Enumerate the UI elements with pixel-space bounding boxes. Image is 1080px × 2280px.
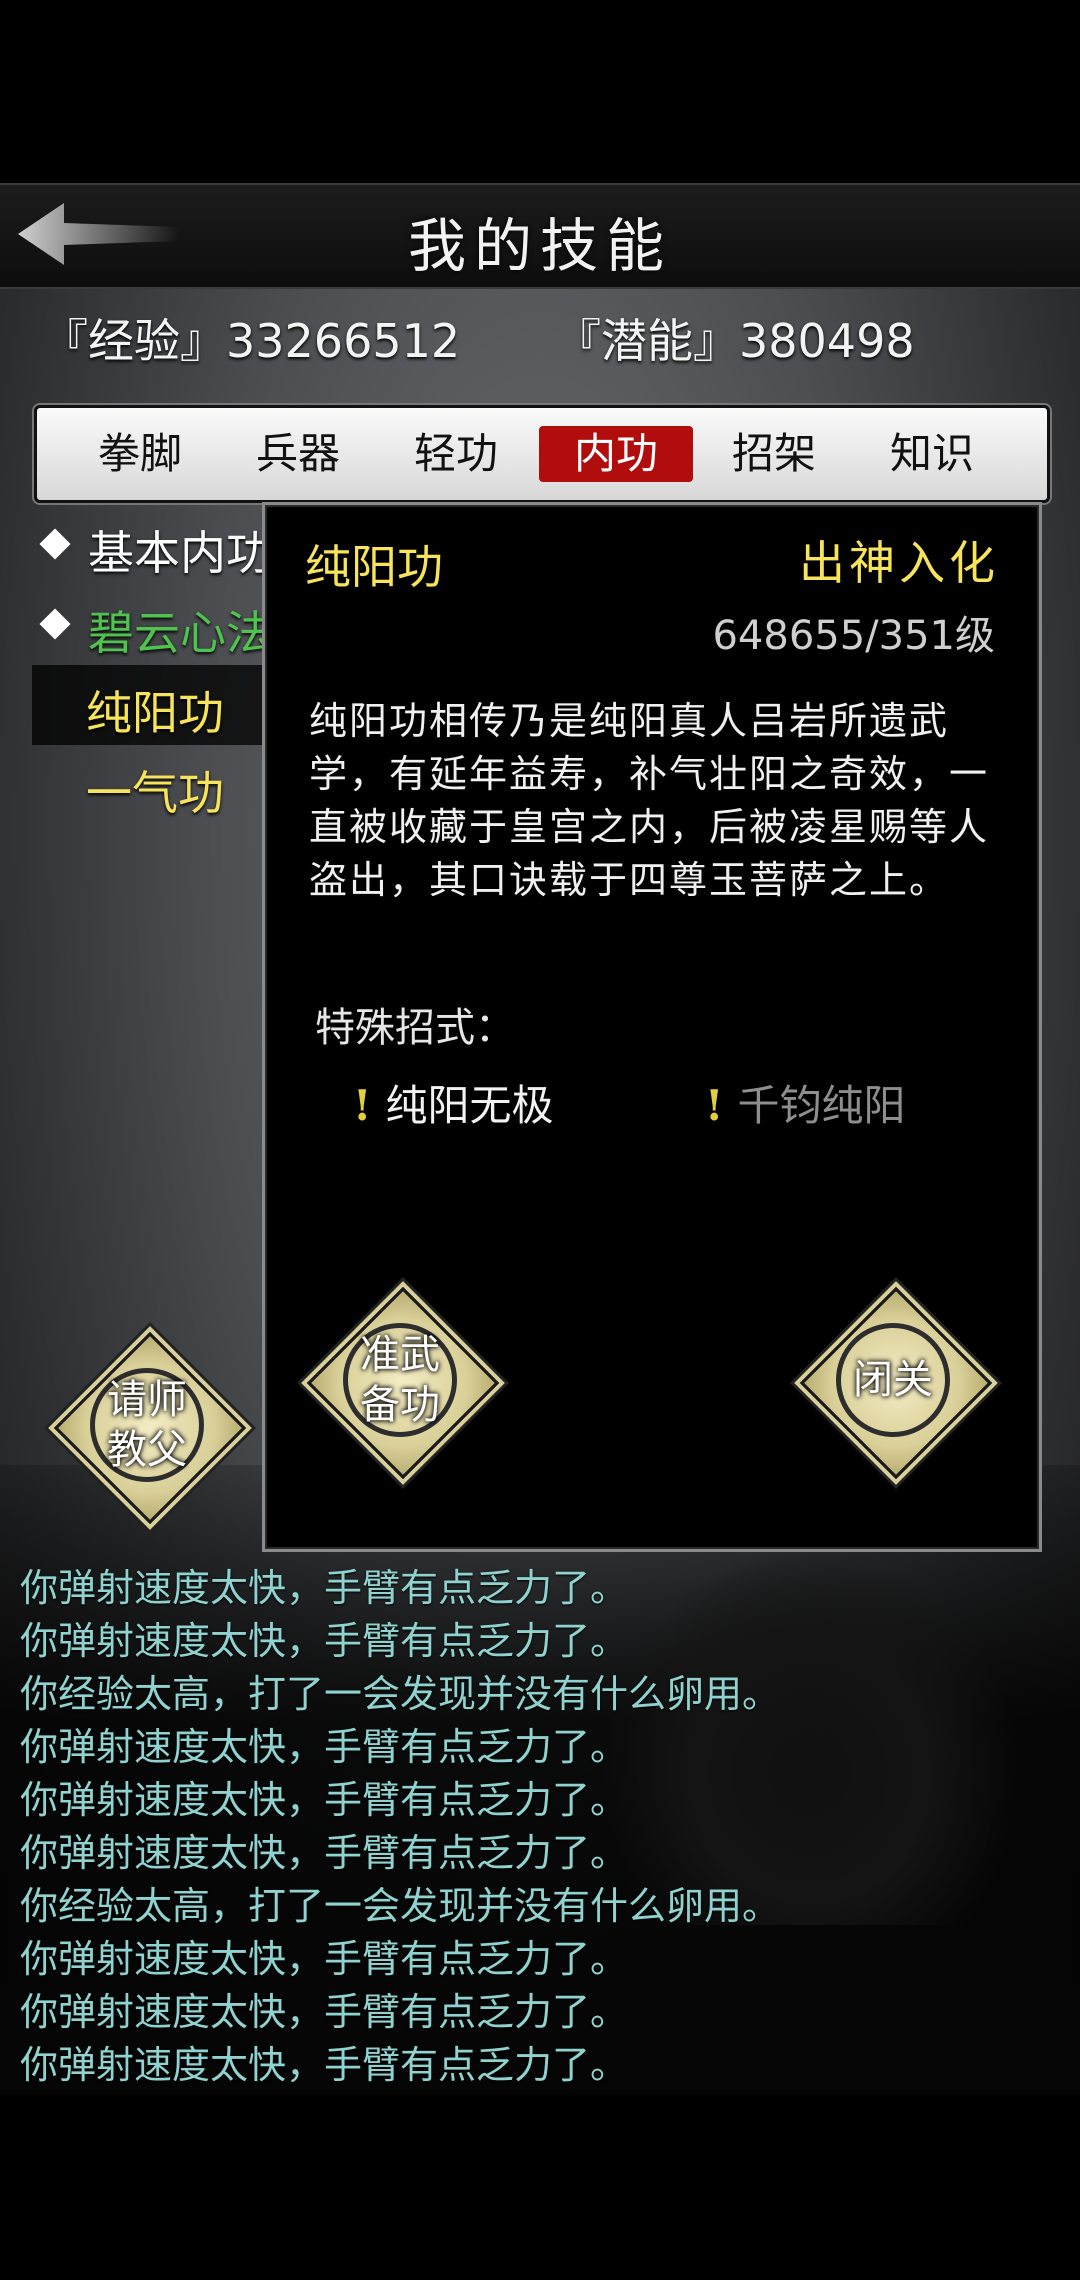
seclusion-button[interactable]: 闭关 [798, 1285, 993, 1480]
skill-detail-rank: 出神入化 [799, 536, 999, 590]
skill-item-yiqi[interactable]: 一气功 [32, 745, 272, 825]
experience-stat: 『经验』33266512 [42, 314, 461, 368]
skill-label: 基本内功 [88, 526, 272, 580]
skill-detail-level: 648655/351级 [712, 613, 995, 659]
exclamation-icon: ! [705, 1081, 724, 1130]
skill-description: 纯阳功相传乃是纯阳真人吕岩所遗武学，有延年益寿，补气壮阳之奇效，一直被收藏于皇宫… [309, 699, 990, 902]
log-line: 你经验太高，打了一会发现并没有什么卵用。 [20, 1672, 781, 1716]
tab-weapon[interactable]: 兵器 [221, 426, 375, 482]
diamond-bullet-icon [39, 528, 71, 560]
log-line: 你经验太高，打了一会发现并没有什么卵用。 [20, 1884, 781, 1928]
ask-master-button[interactable]: 请师 教父 [52, 1330, 247, 1525]
diamond-bullet-icon [39, 608, 71, 640]
tab-parry[interactable]: 招架 [697, 426, 851, 482]
skill-label: 一气功 [86, 766, 224, 820]
special-move-1[interactable]: ! 纯阳无极 [353, 1072, 553, 1133]
log-line: 你弹射速度太快，手臂有点乏力了。 [20, 2043, 629, 2087]
skill-label: 碧云心法 [88, 606, 272, 660]
skill-category-tabs: 拳脚 兵器 轻功 内功 招架 知识 [34, 405, 1050, 503]
log-line: 你弹射速度太快，手臂有点乏力了。 [20, 1566, 629, 1610]
message-log: 你弹射速度太快，手臂有点乏力了。 你弹射速度太快，手臂有点乏力了。 你经验太高，… [20, 1562, 1060, 2092]
button-label: 闭关 [853, 1357, 933, 1403]
button-label: 准武 备功 [360, 1332, 440, 1428]
special-move-2[interactable]: ! 千钧纯阳 [705, 1072, 905, 1133]
title-bar: 我的技能 [0, 183, 1080, 289]
skill-item-biyun[interactable]: 碧云心法 [32, 585, 272, 665]
log-line: 你弹射速度太快，手臂有点乏力了。 [20, 1990, 629, 2034]
log-line: 你弹射速度太快，手臂有点乏力了。 [20, 1937, 629, 1981]
skill-item-chunyang[interactable]: 纯阳功 [32, 665, 272, 745]
log-line: 你弹射速度太快，手臂有点乏力了。 [20, 1778, 629, 1822]
log-line: 你弹射速度太快，手臂有点乏力了。 [20, 1831, 629, 1875]
tab-lightness[interactable]: 轻功 [379, 426, 533, 482]
skill-detail-name: 纯阳功 [305, 540, 443, 594]
skill-detail-panel: 纯阳功 出神入化 648655/351级 纯阳功相传乃是纯阳真人吕岩所遗武学，有… [262, 502, 1042, 1552]
log-line: 你弹射速度太快，手臂有点乏力了。 [20, 1725, 629, 1769]
button-label: 请师 教父 [107, 1377, 187, 1473]
prepare-skill-button[interactable]: 准武 备功 [305, 1285, 500, 1480]
move-label: 纯阳无极 [385, 1081, 554, 1130]
special-moves-label: 特殊招式： [315, 1005, 515, 1051]
skill-list: 基本内功 碧云心法 纯阳功 一气功 [32, 505, 272, 825]
skill-item-basic-internal[interactable]: 基本内功 [32, 505, 272, 585]
page-title: 我的技能 [407, 212, 672, 280]
tab-knowledge[interactable]: 知识 [855, 426, 1009, 482]
log-line: 你弹射速度太快，手臂有点乏力了。 [20, 1619, 629, 1663]
tab-fist[interactable]: 拳脚 [63, 426, 217, 482]
exclamation-icon: ! [353, 1081, 372, 1130]
move-label: 千钧纯阳 [737, 1081, 906, 1130]
tab-internal[interactable]: 内功 [539, 426, 693, 482]
potential-stat: 『潜能』380498 [555, 314, 915, 368]
skill-label: 纯阳功 [86, 686, 224, 740]
